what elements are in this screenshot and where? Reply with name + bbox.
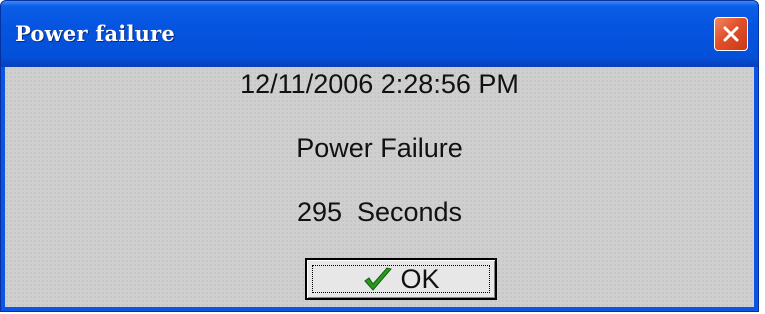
focus-rectangle <box>312 265 490 293</box>
ok-button[interactable]: OK <box>305 258 497 300</box>
window-title: Power failure <box>15 21 175 46</box>
event-description: Power Failure <box>296 133 463 163</box>
remaining-seconds: 295 Seconds <box>296 197 463 227</box>
title-bar[interactable]: Power failure <box>1 1 758 67</box>
close-x-icon <box>723 26 739 42</box>
dialog-body: 12/11/2006 2:28:56 PM Power Failure 295 … <box>5 67 754 307</box>
power-failure-dialog: Power failure 12/11/2006 2:28:56 PM Powe… <box>0 0 759 312</box>
event-timestamp: 12/11/2006 2:28:56 PM <box>240 69 519 99</box>
close-button[interactable] <box>714 17 748 51</box>
